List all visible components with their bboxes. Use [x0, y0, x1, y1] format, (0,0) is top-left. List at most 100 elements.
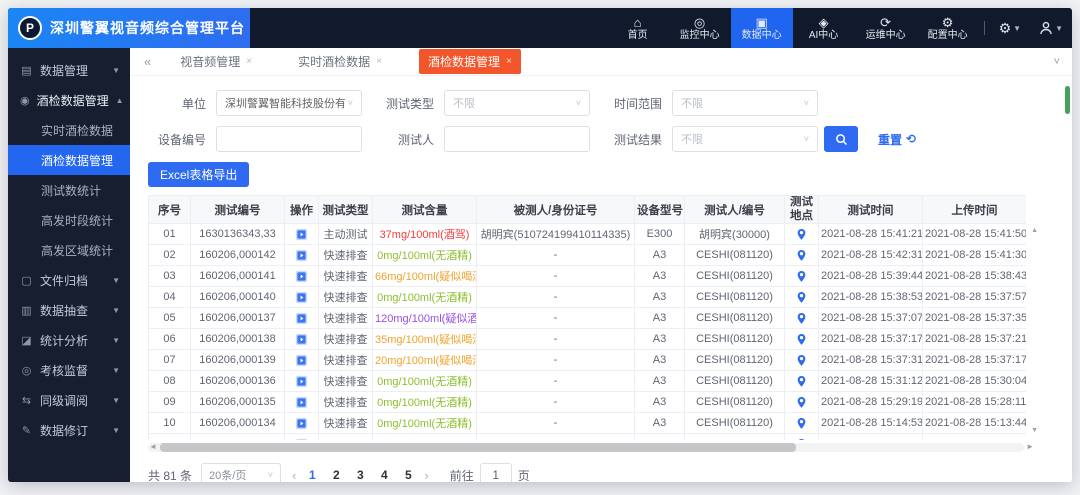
table-scroll-up-icon[interactable]: ▲: [1031, 227, 1038, 234]
view-video-button[interactable]: [295, 396, 308, 409]
page-numbers: 12345: [307, 468, 413, 482]
table-cell: 02: [148, 244, 191, 266]
table-cell: 2021-08-28 15:37:31: [818, 349, 923, 371]
view-location-button[interactable]: [796, 417, 807, 430]
view-location-button[interactable]: [796, 333, 807, 346]
tab-active[interactable]: 酒检数据管理 ×: [418, 49, 521, 74]
view-location-button[interactable]: [796, 438, 807, 440]
op-cell: [284, 328, 319, 350]
sidebar-group[interactable]: ◪ 统计分析 ▼: [8, 325, 130, 355]
app-window: P 深圳警翼视音频综合管理平台 ⌂ 首页 ◎ 监控中心 ▣ 数据中心 ◈ AI中心 ⟳ 运维中心 ⚙…: [8, 8, 1072, 482]
sidebar-group[interactable]: ✎ 数据修订 ▼: [8, 415, 130, 445]
reset-label: 重置: [878, 132, 903, 147]
tab-item[interactable]: 实时酒检数据 ×: [289, 49, 391, 74]
sidebar-item[interactable]: 实时酒检数据: [8, 115, 130, 145]
view-video-button[interactable]: [295, 249, 308, 262]
time-range-select[interactable]: 不限 ˅: [672, 90, 818, 116]
view-video-button[interactable]: [295, 417, 308, 430]
table-cell: 160206,000142: [190, 244, 285, 266]
view-location-button[interactable]: [796, 354, 807, 367]
horizontal-scrollbar-thumb[interactable]: [160, 443, 796, 452]
reset-button[interactable]: 重置 ⟲: [878, 131, 916, 148]
location-cell: [784, 391, 819, 413]
view-video-button[interactable]: [295, 333, 308, 346]
nav-item-config-center[interactable]: ⚙ 配置中心: [917, 8, 979, 48]
view-location-button[interactable]: [796, 249, 807, 262]
view-location-button[interactable]: [796, 396, 807, 409]
sidebar-item[interactable]: 高发时段统计: [8, 205, 130, 235]
table-cell: 2021-08-28 15:39:44: [818, 265, 923, 287]
sidebar-item[interactable]: 测试数统计: [8, 175, 130, 205]
view-video-button[interactable]: [295, 228, 308, 241]
table-cell: -: [476, 265, 635, 287]
tester-field[interactable]: [453, 132, 581, 146]
vertical-scrollbar-thumb[interactable]: [1065, 86, 1070, 114]
table-cell: [190, 433, 285, 440]
close-tab-icon[interactable]: ×: [246, 56, 252, 67]
chevron-down-icon: ˅: [803, 134, 809, 144]
result-select-value: 不限: [681, 134, 703, 146]
page-size-select[interactable]: 20条/页 ˅: [201, 463, 282, 482]
view-video-button[interactable]: [295, 291, 308, 304]
scroll-left-icon[interactable]: ◄: [149, 442, 157, 451]
view-location-button[interactable]: [796, 312, 807, 325]
sidebar-group[interactable]: ⇆ 同级调阅 ▼: [8, 385, 130, 415]
nav-item-data-center[interactable]: ▣ 数据中心: [730, 8, 793, 48]
sidebar-item-active[interactable]: 酒检数据管理: [8, 145, 130, 175]
view-location-button[interactable]: [796, 228, 807, 241]
horizontal-scrollbar[interactable]: ◄ ►: [148, 442, 1034, 452]
test-content-cell: 0mg/100ml(无酒精): [372, 286, 477, 308]
user-menu[interactable]: ▼: [1030, 8, 1072, 48]
tabs-collapse-icon[interactable]: «: [144, 54, 151, 69]
sidebar-item[interactable]: 高发区域统计: [8, 235, 130, 265]
view-location-button[interactable]: [796, 270, 807, 283]
view-video-button[interactable]: [295, 375, 308, 388]
nav-item-ops-center[interactable]: ⟳ 运维中心: [855, 8, 917, 48]
device-no-field[interactable]: [225, 132, 353, 146]
search-button[interactable]: [824, 126, 858, 152]
page-size-value: 20条/页: [209, 470, 247, 482]
close-tab-icon[interactable]: ×: [506, 56, 512, 67]
table-cell: CESHI(081120): [684, 349, 785, 371]
view-video-button[interactable]: [295, 438, 308, 440]
table-cell: 160206,000139: [190, 349, 285, 371]
view-video-button[interactable]: [295, 312, 308, 325]
sidebar-group[interactable]: ▥ 数据抽查 ▼: [8, 295, 130, 325]
sidebar-group[interactable]: ◎ 考核监督 ▼: [8, 355, 130, 385]
view-video-button[interactable]: [295, 354, 308, 367]
nav-item-monitor-center[interactable]: ◎ 监控中心: [669, 8, 731, 48]
nav-item-home[interactable]: ⌂ 首页: [607, 8, 669, 48]
page-number-5[interactable]: 5: [403, 468, 413, 482]
view-location-button[interactable]: [796, 375, 807, 388]
column-header: 上传时间: [922, 195, 1026, 224]
view-video-button[interactable]: [295, 270, 308, 283]
chevron-down-icon: ▼: [112, 335, 120, 345]
table-scroll-down-icon[interactable]: ▼: [1031, 427, 1038, 434]
sidebar-group[interactable]: ▤ 数据管理 ▼: [8, 55, 130, 85]
table-cell: 胡明宾(30000): [684, 223, 785, 245]
page-number-2[interactable]: 2: [331, 468, 341, 482]
location-pin-icon: [796, 417, 807, 433]
chevron-down-icon[interactable]: ˅: [1054, 56, 1060, 68]
nav-item-ai-center[interactable]: ◈ AI中心: [793, 8, 855, 48]
sidebar-group[interactable]: ▢ 文件归档 ▼: [8, 265, 130, 295]
table-cell: A3: [634, 307, 685, 329]
page-number-3[interactable]: 3: [355, 468, 365, 482]
excel-export-button[interactable]: Excel表格导出: [148, 162, 250, 187]
result-select[interactable]: 不限 ˅: [672, 126, 818, 152]
test-type-select[interactable]: 不限 ˅: [444, 90, 590, 116]
tab-item[interactable]: 视音频管理 ×: [171, 49, 261, 74]
scroll-right-icon[interactable]: ►: [1026, 442, 1034, 451]
sidebar-group[interactable]: ◉ 酒检数据管理 ▲: [8, 85, 130, 115]
data-check-icon: ▥: [21, 304, 32, 317]
prev-page-button[interactable]: ‹: [290, 468, 298, 483]
page-number-4[interactable]: 4: [379, 468, 389, 482]
unit-select[interactable]: 深圳警翼智能科技股份有限公司 ˅: [216, 90, 362, 116]
settings-menu[interactable]: ⚙ ▼: [990, 8, 1030, 48]
close-tab-icon[interactable]: ×: [376, 56, 382, 67]
next-page-button[interactable]: ›: [422, 468, 430, 483]
goto-page-input[interactable]: [479, 463, 512, 482]
view-location-button[interactable]: [796, 291, 807, 304]
page-number-1[interactable]: 1: [307, 468, 317, 482]
top-nav: ⌂ 首页 ◎ 监控中心 ▣ 数据中心 ◈ AI中心 ⟳ 运维中心 ⚙ 配置中心: [607, 8, 979, 48]
